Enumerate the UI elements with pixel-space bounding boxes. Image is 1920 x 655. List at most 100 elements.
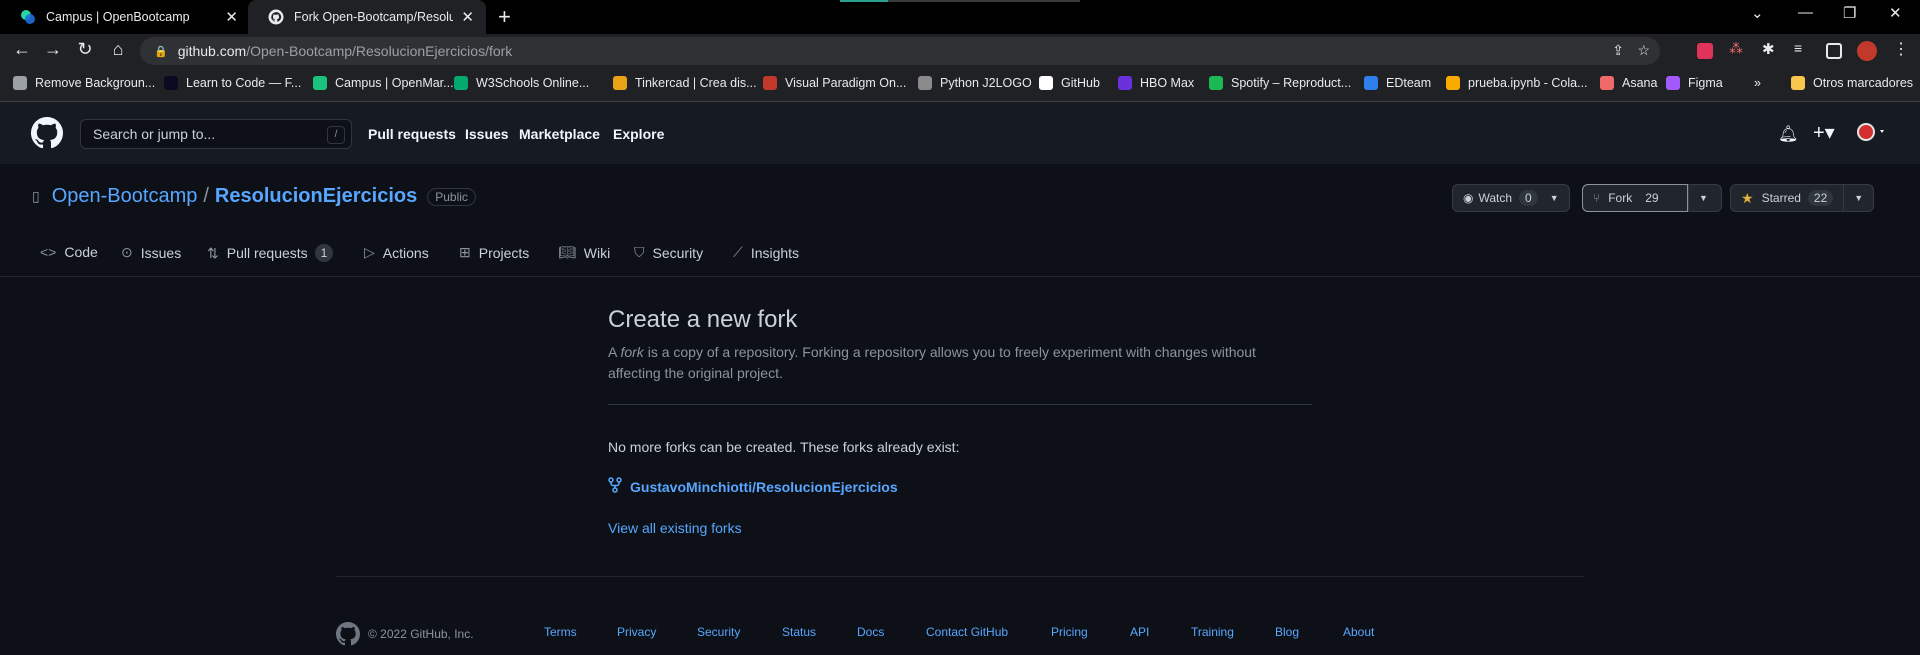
bookmark-item[interactable]: Remove Backgroun... bbox=[13, 76, 155, 90]
existing-fork-name: GustavoMinchiotti/ResolucionEjercicios bbox=[630, 478, 898, 495]
view-all-forks-link[interactable]: View all existing forks bbox=[608, 520, 1312, 536]
footer-link-security[interactable]: Security bbox=[697, 625, 740, 639]
back-arrow-icon[interactable]: ← bbox=[10, 39, 34, 60]
menu-kebab-icon[interactable]: ⋮ bbox=[1893, 39, 1909, 58]
footer-link-privacy[interactable]: Privacy bbox=[617, 625, 656, 639]
bookmarks-overflow-icon[interactable]: » bbox=[1754, 76, 1761, 90]
visibility-badge: Public bbox=[427, 187, 476, 206]
bookmark-item[interactable]: Tinkercad | Crea dis... bbox=[613, 76, 757, 90]
desc-em: fork bbox=[620, 344, 644, 360]
star-button[interactable]: ★ Starred 22 ▼ bbox=[1730, 184, 1875, 212]
existing-fork-link[interactable]: GustavoMinchiotti/ResolucionEjercicios bbox=[608, 477, 1312, 496]
footer-link-pricing[interactable]: Pricing bbox=[1051, 625, 1088, 639]
chevron-down-icon[interactable]: ▼ bbox=[1548, 185, 1569, 211]
tab-label: Security bbox=[652, 244, 704, 261]
header-nav-explore[interactable]: Explore bbox=[613, 126, 664, 142]
notifications-bell-icon[interactable]: 🔔︎ bbox=[1778, 124, 1798, 144]
fork-button[interactable]: ⑂ Fork 29 bbox=[1582, 183, 1688, 212]
github-icon bbox=[268, 9, 284, 25]
tab-code[interactable]: <> Code bbox=[40, 244, 98, 260]
window-close-icon[interactable]: ✕ bbox=[1889, 4, 1902, 22]
footer-link-docs[interactable]: Docs bbox=[857, 625, 884, 639]
footer-link-blog[interactable]: Blog bbox=[1275, 625, 1299, 639]
close-icon[interactable]: ✕ bbox=[461, 8, 474, 26]
github-logo-icon[interactable] bbox=[31, 117, 63, 152]
bookmark-label: Figma bbox=[1688, 76, 1723, 90]
tab-security[interactable]: ⛉ Security bbox=[634, 244, 703, 261]
asana-extension-icon[interactable]: ⁂ bbox=[1729, 40, 1745, 56]
bookmark-item[interactable]: Campus | OpenMar... bbox=[313, 76, 454, 90]
footer-link-training[interactable]: Training bbox=[1191, 625, 1234, 639]
header-nav-marketplace[interactable]: Marketplace bbox=[519, 126, 600, 142]
bookmark-label: Tinkercad | Crea dis... bbox=[635, 76, 757, 90]
address-bar[interactable]: 🔒 github.com /Open-Bootcamp/ResolucionEj… bbox=[140, 37, 1660, 65]
bookmark-favicon-icon bbox=[164, 76, 178, 90]
repo-owner-link[interactable]: Open-Bootcamp bbox=[52, 185, 198, 208]
extension-icon[interactable] bbox=[1697, 43, 1713, 59]
chevron-down-icon[interactable]: ▼ bbox=[1688, 185, 1718, 211]
desc-rest: is a copy of a repository. Forking a rep… bbox=[608, 344, 1256, 381]
footer-link-terms[interactable]: Terms bbox=[544, 625, 577, 639]
bookmark-item[interactable]: prueba.ipynb - Cola... bbox=[1446, 76, 1588, 90]
footer-link-status[interactable]: Status bbox=[782, 625, 816, 639]
footer-link-about[interactable]: About bbox=[1343, 625, 1374, 639]
chevron-down-icon[interactable]: ▼ bbox=[1843, 185, 1873, 211]
browser-tab-openbootcamp[interactable]: Campus | OpenBootcamp ✕ bbox=[0, 0, 250, 34]
watch-label: Watch bbox=[1478, 191, 1513, 205]
tab-pull-requests[interactable]: ⇅ Pull requests 1 bbox=[207, 244, 334, 262]
search-shortcut-key: / bbox=[327, 126, 345, 144]
star-count: 22 bbox=[1807, 190, 1834, 206]
new-tab-icon[interactable]: + bbox=[498, 4, 511, 30]
tab-search-chevron-icon[interactable]: ⌄ bbox=[1751, 4, 1764, 22]
search-input[interactable]: Search or jump to... / bbox=[80, 119, 352, 149]
minimize-icon[interactable]: — bbox=[1798, 4, 1813, 21]
url-path: /Open-Bootcamp/ResolucionEjercicios/fork bbox=[246, 43, 513, 59]
reload-icon[interactable]: ↻ bbox=[73, 39, 97, 60]
bookmark-item[interactable]: Learn to Code — F... bbox=[164, 76, 301, 90]
bookmark-item[interactable]: EDteam bbox=[1364, 76, 1431, 90]
bookmark-item[interactable]: Visual Paradigm On... bbox=[763, 76, 906, 90]
other-bookmarks-folder[interactable]: Otros marcadores bbox=[1791, 76, 1913, 90]
side-panel-icon[interactable] bbox=[1826, 43, 1842, 59]
user-avatar[interactable] bbox=[1856, 122, 1886, 147]
bookmark-item[interactable]: Figma bbox=[1666, 76, 1723, 90]
repo-icon: ▯ bbox=[32, 188, 40, 204]
media-queue-icon[interactable]: ≡ bbox=[1794, 40, 1810, 56]
home-icon[interactable]: ⌂ bbox=[106, 39, 130, 60]
footer-link-api[interactable]: API bbox=[1130, 625, 1149, 639]
desc-prefix: A bbox=[608, 344, 621, 360]
tab-issues[interactable]: ⊙ Issues bbox=[121, 244, 181, 261]
tab-actions[interactable]: ▷ Actions bbox=[364, 244, 429, 261]
profile-avatar[interactable] bbox=[1857, 41, 1877, 61]
forward-arrow-icon[interactable]: → bbox=[41, 39, 65, 60]
header-nav-issues[interactable]: Issues bbox=[465, 126, 509, 142]
share-icon[interactable]: ⇪ bbox=[1612, 42, 1624, 59]
create-new-plus-icon[interactable]: +▾ bbox=[1813, 120, 1835, 145]
bookmark-favicon-icon bbox=[1666, 76, 1680, 90]
bookmark-item[interactable]: GitHub bbox=[1039, 76, 1100, 90]
bookmark-item[interactable]: W3Schools Online... bbox=[454, 76, 589, 90]
bookmark-label: GitHub bbox=[1061, 76, 1100, 90]
header-nav-pull-requests[interactable]: Pull requests bbox=[368, 126, 456, 142]
browser-tab-github-fork[interactable]: Fork Open-Bootcamp/Resolucion ✕ bbox=[248, 0, 486, 34]
tab-projects[interactable]: ⊞ Projects bbox=[459, 244, 529, 261]
tab-wiki[interactable]: 📖︎ Wiki bbox=[558, 244, 610, 261]
puzzle-icon[interactable]: ✱ bbox=[1762, 40, 1778, 58]
watch-button[interactable]: ◉ Watch 0 ▼ bbox=[1452, 184, 1570, 212]
tab-title: Campus | OpenBootcamp bbox=[46, 10, 190, 24]
bookmark-star-icon[interactable]: ☆ bbox=[1637, 42, 1650, 59]
graph-icon: ⟋ bbox=[733, 244, 743, 260]
bookmark-item[interactable]: Spotify – Reproduct... bbox=[1209, 76, 1351, 90]
bookmark-item[interactable]: Python J2LOGO bbox=[918, 76, 1032, 90]
repo-name-link[interactable]: ResolucionEjercicios bbox=[215, 185, 417, 208]
bookmark-item[interactable]: Asana bbox=[1600, 76, 1657, 90]
footer-link-contact[interactable]: Contact GitHub bbox=[926, 625, 1008, 639]
close-icon[interactable]: ✕ bbox=[225, 8, 238, 26]
tab-label: Issues bbox=[140, 244, 182, 261]
restore-icon[interactable]: ❐ bbox=[1843, 4, 1856, 22]
divider bbox=[608, 404, 1312, 405]
bookmark-item[interactable]: HBO Max bbox=[1118, 76, 1194, 90]
tab-insights[interactable]: ⟋ Insights bbox=[733, 244, 799, 261]
tab-label: Pull requests bbox=[226, 245, 308, 261]
other-bookmarks-label: Otros marcadores bbox=[1813, 76, 1914, 90]
